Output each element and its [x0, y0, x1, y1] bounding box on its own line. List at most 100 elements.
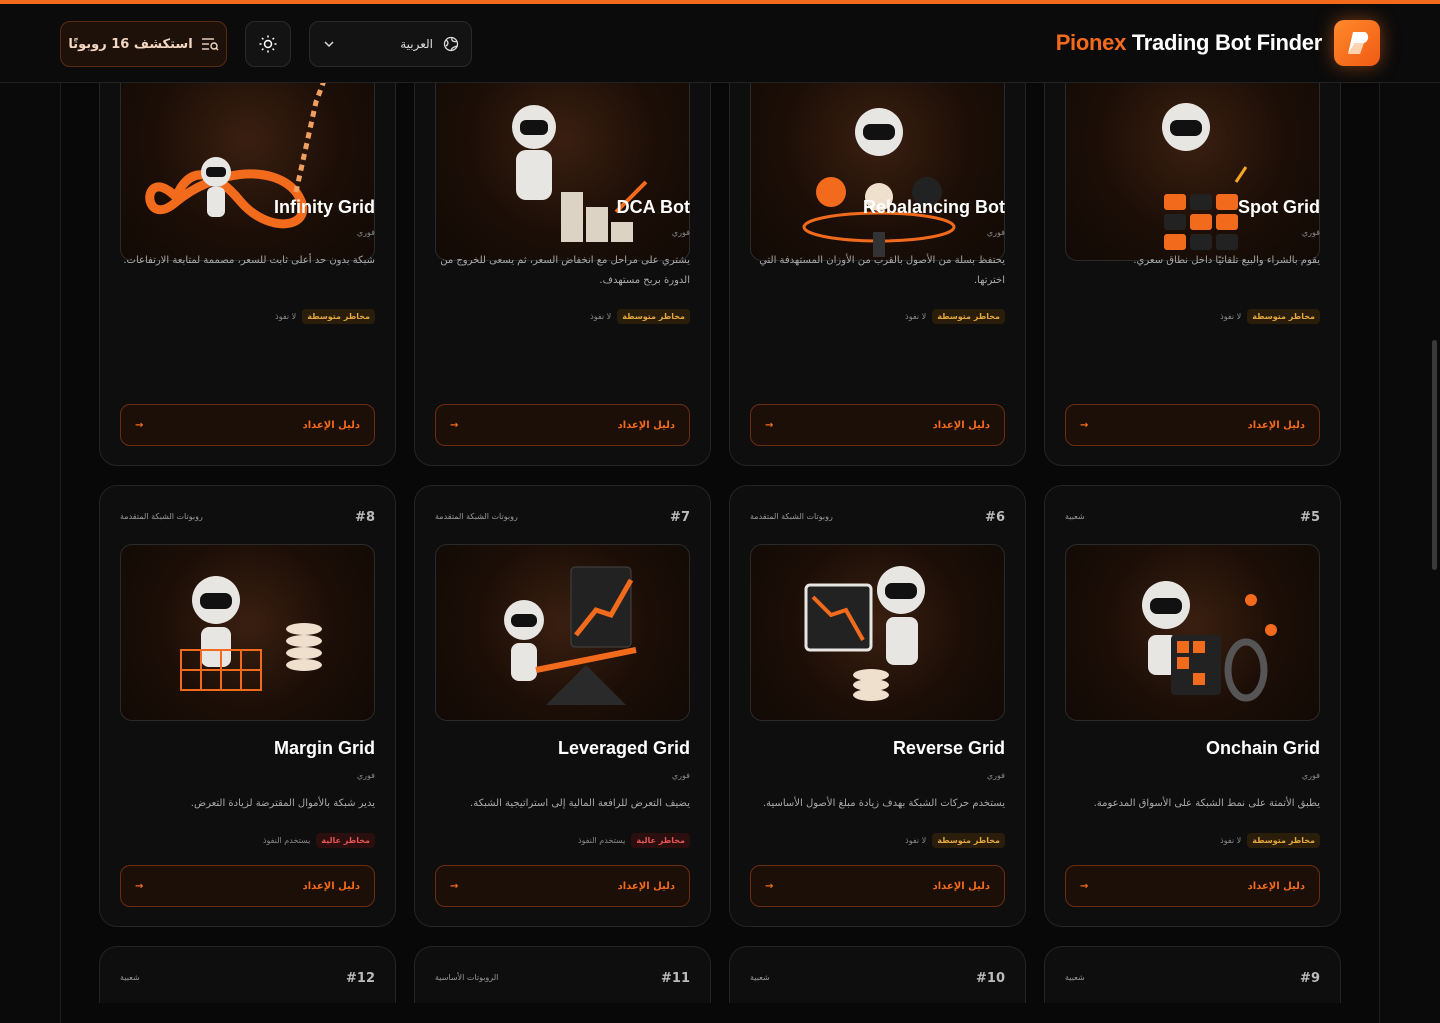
bot-name: Onchain Grid	[1205, 738, 1320, 758]
bot-rank: #5	[1300, 510, 1320, 525]
setup-guide-label: دليل الإعداد	[1247, 880, 1305, 892]
bot-card: #5 شعبية Onchain Grid فوري يطبق الأتمتة …	[1044, 485, 1341, 927]
setup-guide-label: دليل الإعداد	[932, 419, 990, 431]
risk-badge: مخاطر متوسطة	[932, 309, 1005, 324]
language-select[interactable]: العربية	[309, 21, 472, 67]
bot-description: يشتري على مراحل مع انخفاض السعر، ثم يسعى…	[440, 255, 690, 286]
header: استكشف 16 روبوتًا العربية Pionex Trading…	[0, 4, 1440, 83]
bot-card: #11 الروبوتات الأساسية	[414, 946, 711, 1003]
bot-card: Rebalancing Bot فوري يحتفظ بسلة من الأصو…	[729, 20, 1026, 466]
bot-badges: مخاطر عالية يستخدم النفوذ	[263, 833, 375, 848]
bot-type: فوري	[986, 228, 1005, 237]
explore-label: استكشف 16 روبوتًا	[68, 36, 193, 52]
brand-rest: Trading Bot Finder	[1126, 30, 1322, 55]
bot-rank: #6	[985, 510, 1005, 525]
setup-guide-button[interactable]: → دليل الإعداد	[120, 404, 375, 446]
leverage-label: لا نفوذ	[275, 312, 297, 321]
arrow-right-icon: →	[135, 880, 144, 892]
leverage-robot-icon	[504, 566, 637, 705]
arrow-right-icon: →	[450, 419, 459, 431]
bot-illustration	[120, 544, 375, 721]
bot-card: #8 روبوتات الشبكة المتقدمة Margin Grid ف…	[99, 485, 396, 927]
bot-card: #10 شعبية	[729, 946, 1026, 1003]
bot-rank: #11	[661, 971, 690, 986]
bot-badges: مخاطر متوسطة لا نفوذ	[1220, 309, 1320, 324]
margin-robot-icon	[180, 576, 322, 691]
leverage-label: لا نفوذ	[1220, 312, 1242, 321]
language-value: العربية	[400, 37, 433, 51]
setup-guide-button[interactable]: → دليل الإعداد	[750, 404, 1005, 446]
pionex-logo-icon	[1334, 20, 1380, 66]
bot-category: شعبية	[1065, 973, 1085, 982]
setup-guide-button[interactable]: → دليل الإعداد	[750, 865, 1005, 907]
setup-guide-label: دليل الإعداد	[302, 880, 360, 892]
bot-badges: مخاطر متوسطة لا نفوذ	[590, 309, 690, 324]
brand-title: Pionex Trading Bot Finder	[1056, 30, 1323, 56]
risk-badge: مخاطر عالية	[631, 833, 690, 848]
bot-description: يحتفظ بسلة من الأصول بالقرب من الأوزان ا…	[759, 255, 1005, 286]
bot-description: يستخدم حركات الشبكة بهدف زيادة مبلغ الأص…	[762, 798, 1005, 809]
leverage-label: لا نفوذ	[905, 312, 927, 321]
arrow-right-icon: →	[450, 880, 459, 892]
bot-type: فوري	[356, 228, 375, 237]
bot-name: Infinity Grid	[274, 197, 375, 217]
arrow-right-icon: →	[1080, 419, 1089, 431]
risk-badge: مخاطر متوسطة	[1247, 309, 1320, 324]
bot-type: فوري	[1301, 228, 1320, 237]
bot-card: #12 شعبية	[99, 946, 396, 1003]
explore-bots-button[interactable]: استكشف 16 روبوتًا	[60, 21, 227, 67]
bot-type: فوري	[1301, 771, 1320, 780]
setup-guide-button[interactable]: → دليل الإعداد	[120, 865, 375, 907]
bot-category: شعبية	[120, 973, 140, 982]
bot-card: #7 روبوتات الشبكة المتقدمة Leveraged Gri…	[414, 485, 711, 927]
bot-description: يدير شبكة بالأموال المقترضة لزيادة التعر…	[190, 798, 375, 809]
bot-card: #9 شعبية	[1044, 946, 1341, 1003]
page-scrollbar[interactable]	[1432, 340, 1437, 570]
bot-description: يضيف التعرض للرافعة المالية إلى استراتيج…	[470, 798, 690, 809]
bot-illustration	[750, 544, 1005, 721]
chevron-down-icon	[324, 41, 334, 48]
risk-badge: مخاطر متوسطة	[1247, 833, 1320, 848]
bot-category: شعبية	[750, 973, 770, 982]
setup-guide-label: دليل الإعداد	[1247, 419, 1305, 431]
setup-guide-button[interactable]: → دليل الإعداد	[1065, 865, 1320, 907]
bot-category: روبوتات الشبكة المتقدمة	[120, 512, 203, 521]
setup-guide-label: دليل الإعداد	[302, 419, 360, 431]
filter-search-icon	[201, 38, 219, 51]
bot-description: يقوم بالشراء والبيع تلقائيًا داخل نطاق س…	[1133, 255, 1320, 266]
leverage-label: لا نفوذ	[590, 312, 612, 321]
bot-description: شبكة بدون حد أعلى ثابت للسعر، مصممة لمتا…	[123, 255, 375, 266]
setup-guide-button[interactable]: → دليل الإعداد	[435, 865, 690, 907]
bot-category: روبوتات الشبكة المتقدمة	[750, 512, 833, 521]
leverage-label: لا نفوذ	[905, 836, 927, 845]
risk-badge: مخاطر متوسطة	[617, 309, 690, 324]
bot-description: يطبق الأتمتة على نمط الشبكة على الأسواق …	[1093, 798, 1320, 809]
bot-illustration	[1065, 544, 1320, 721]
arrow-right-icon: →	[765, 419, 774, 431]
sun-icon	[259, 35, 277, 53]
bot-badges: مخاطر متوسطة لا نفوذ	[275, 309, 375, 324]
bot-rank: #12	[346, 971, 375, 986]
bot-name: Leveraged Grid	[557, 738, 690, 758]
theme-toggle-button[interactable]	[245, 21, 291, 67]
brand[interactable]: Pionex Trading Bot Finder	[1056, 20, 1380, 66]
arrow-right-icon: →	[1080, 880, 1089, 892]
globe-icon	[443, 36, 459, 52]
bot-rank: #7	[670, 510, 690, 525]
leverage-label: يستخدم النفوذ	[262, 836, 311, 845]
leverage-label: يستخدم النفوذ	[577, 836, 626, 845]
bot-category: شعبية	[1065, 512, 1085, 521]
bot-type: فوري	[671, 228, 690, 237]
bot-name: Margin Grid	[273, 738, 375, 758]
bot-name: Reverse Grid	[892, 738, 1005, 758]
leverage-label: لا نفوذ	[1220, 836, 1242, 845]
setup-guide-label: دليل الإعداد	[932, 880, 990, 892]
setup-guide-button[interactable]: → دليل الإعداد	[435, 404, 690, 446]
arrow-right-icon: →	[135, 419, 144, 431]
bot-badges: مخاطر متوسطة لا نفوذ	[905, 309, 1005, 324]
bot-category: روبوتات الشبكة المتقدمة	[435, 512, 518, 521]
bot-illustration	[435, 544, 690, 721]
reverse-robot-icon	[804, 566, 925, 701]
setup-guide-button[interactable]: → دليل الإعداد	[1065, 404, 1320, 446]
risk-badge: مخاطر عالية	[316, 833, 375, 848]
